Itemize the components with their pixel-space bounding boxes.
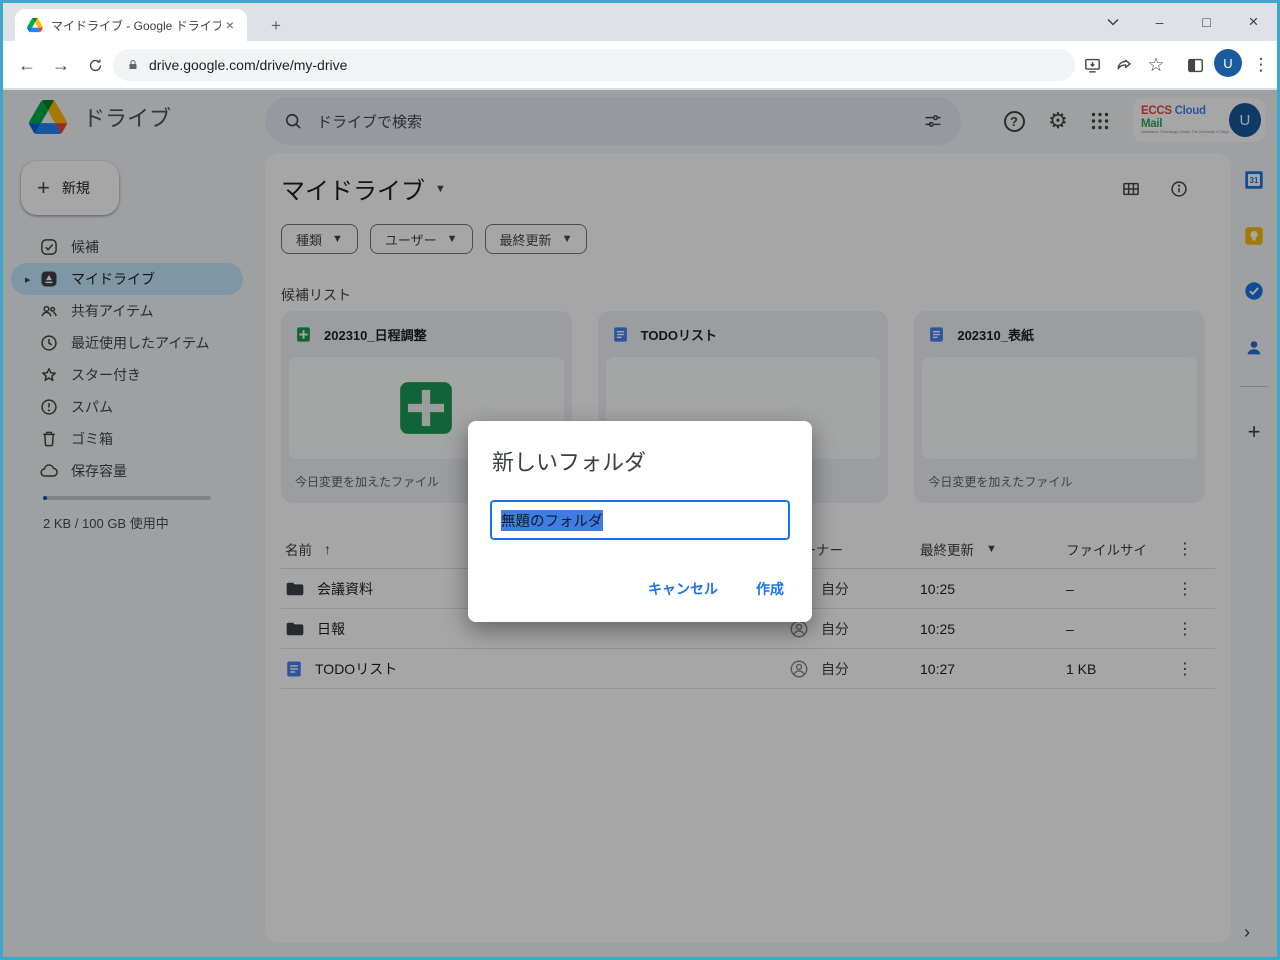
- tab-strip: マイドライブ - Google ドライブ × + – □ ×: [3, 3, 1277, 41]
- create-button[interactable]: 作成: [752, 573, 788, 605]
- folder-name-selected-text: 無題のフォルダ: [501, 510, 603, 531]
- browser-window: マイドライブ - Google ドライブ × + – □ × ← → drive…: [0, 0, 1280, 960]
- tab-title: マイドライブ - Google ドライブ: [51, 17, 221, 34]
- dialog-title: 新しいフォルダ: [492, 445, 788, 477]
- folder-name-input[interactable]: 無題のフォルダ: [490, 500, 790, 540]
- new-tab-button[interactable]: +: [263, 13, 289, 39]
- install-icon[interactable]: [1078, 51, 1106, 79]
- url-bar[interactable]: drive.google.com/drive/my-drive: [113, 49, 1075, 81]
- url-text: drive.google.com/drive/my-drive: [149, 57, 347, 73]
- window-minimize-button[interactable]: –: [1136, 3, 1183, 41]
- share-icon[interactable]: [1110, 51, 1138, 79]
- reload-icon: [87, 57, 104, 74]
- browser-menu-icon[interactable]: ⋮: [1247, 51, 1275, 79]
- reload-button[interactable]: [79, 49, 111, 81]
- browser-profile-avatar[interactable]: U: [1214, 49, 1242, 77]
- back-button[interactable]: ←: [11, 49, 43, 81]
- lock-icon: [127, 58, 139, 72]
- browser-toolbar: ← → drive.google.com/drive/my-drive ☆ U …: [3, 41, 1277, 89]
- side-panel-icon[interactable]: [1181, 51, 1209, 79]
- new-folder-dialog: 新しいフォルダ 無題のフォルダ キャンセル 作成: [468, 421, 812, 622]
- chevron-down-icon: [1107, 18, 1119, 26]
- browser-tab[interactable]: マイドライブ - Google ドライブ ×: [15, 9, 247, 41]
- tab-close-icon[interactable]: ×: [221, 16, 239, 34]
- window-close-button[interactable]: ×: [1230, 3, 1277, 41]
- bookmark-star-icon[interactable]: ☆: [1142, 51, 1170, 79]
- drive-favicon-icon: [27, 17, 43, 33]
- cancel-button[interactable]: キャンセル: [644, 573, 722, 605]
- forward-button[interactable]: →: [45, 49, 77, 81]
- tab-search-icon[interactable]: [1089, 3, 1136, 41]
- window-maximize-button[interactable]: □: [1183, 3, 1230, 41]
